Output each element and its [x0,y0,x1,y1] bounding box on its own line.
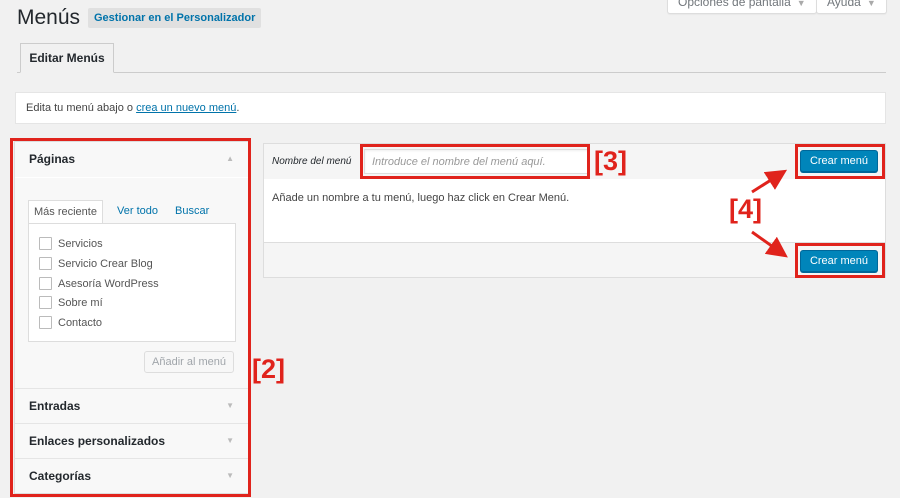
arrow-to-top-button [751,169,788,194]
annotation-arrows [751,169,788,258]
arrow-to-bottom-button [751,230,788,258]
